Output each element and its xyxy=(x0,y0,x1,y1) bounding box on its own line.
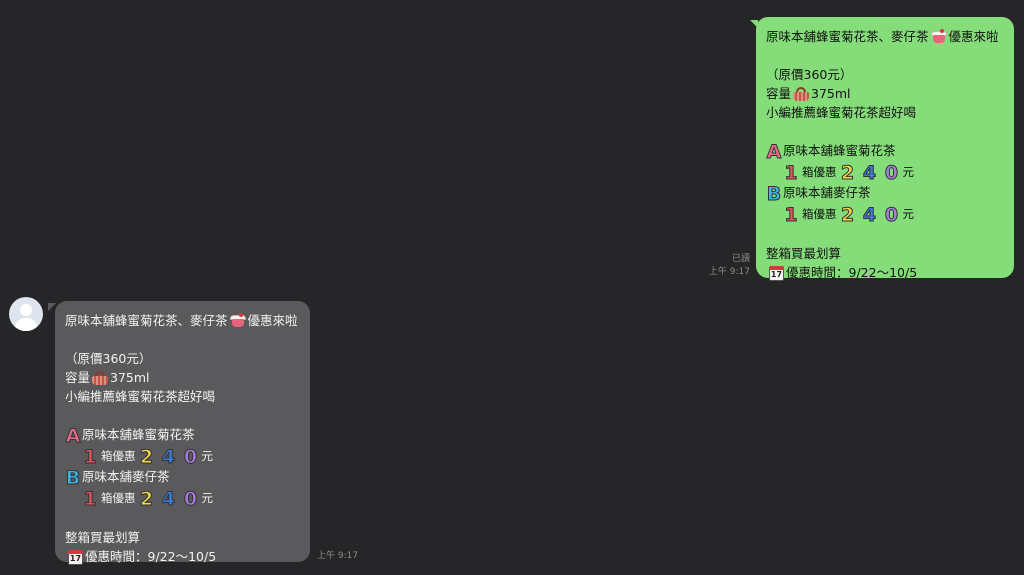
option-a-line: A 原味本舖蜂蜜菊花茶 xyxy=(766,141,1006,162)
currency-label: 元 xyxy=(902,207,915,221)
capacity-label: 容量 xyxy=(766,86,792,101)
currency-label: 元 xyxy=(201,491,214,505)
unit-label: 箱優惠 xyxy=(802,207,837,221)
calendar-icon: 17 xyxy=(66,549,84,565)
price-digit: 2 xyxy=(139,487,154,510)
capacity-line: 容量 375ml xyxy=(766,84,1006,103)
letter-a-icon: A xyxy=(766,140,782,163)
option-b-name: 原味本舖麥仔茶 xyxy=(82,469,170,484)
price-digit: 4 xyxy=(862,161,877,184)
currency-label: 元 xyxy=(201,449,214,463)
currency-label: 元 xyxy=(902,165,915,179)
capacity-line: 容量 375ml xyxy=(65,368,302,387)
incoming-message-bubble[interactable]: 原味本舖蜂蜜菊花茶、麥仔茶 優惠來啦 （原價360元） 容量 375ml 小編推薦蜂… xyxy=(55,301,310,565)
headline-text: 原味本舖蜂蜜菊花茶、麥仔茶 xyxy=(766,29,929,44)
letter-b-icon: B xyxy=(65,466,81,489)
qty-digit: 1 xyxy=(83,487,97,510)
capacity-value: 375ml xyxy=(811,86,851,101)
unit-label: 箱優惠 xyxy=(101,449,136,463)
cake-cup-icon xyxy=(229,312,247,329)
message-time: 上午 9:17 xyxy=(708,267,750,277)
price-digit: 2 xyxy=(840,203,855,226)
price-digit: 0 xyxy=(884,203,899,226)
price-line: （原價360元） xyxy=(65,351,152,366)
message-headline: 原味本舖蜂蜜菊花茶、麥仔茶 優惠來啦 xyxy=(766,27,1006,46)
message-time: 上午 9:17 xyxy=(317,551,359,561)
letter-a-icon: A xyxy=(65,424,81,447)
qty-digit: 1 xyxy=(784,161,798,184)
price-digit: 0 xyxy=(183,445,198,468)
price-digit: 4 xyxy=(161,445,176,468)
bulk-line: 整箱買最划算 xyxy=(766,246,842,261)
avatar[interactable] xyxy=(9,297,43,331)
headline-suffix: 優惠來啦 xyxy=(247,313,298,328)
chat-area: 原味本舖蜂蜜菊花茶、麥仔茶 優惠來啦 （原價360元） 容量 375ml 小編推薦蜂… xyxy=(0,0,1024,575)
option-b-name: 原味本舖麥仔茶 xyxy=(783,185,871,200)
option-a-price-line: 1 箱優惠 2 4 0 元 xyxy=(65,446,302,467)
cake-cup-icon xyxy=(930,28,948,45)
period-text: 優惠時間：9/22～10/5 xyxy=(786,265,918,280)
outgoing-message-meta: 已讀 上午 9:17 xyxy=(700,253,750,279)
price-digit: 0 xyxy=(884,161,899,184)
avatar-head-icon xyxy=(20,304,32,316)
price-line: （原價360元） xyxy=(766,67,853,82)
message-headline: 原味本舖蜂蜜菊花茶、麥仔茶 優惠來啦 xyxy=(65,311,302,330)
capacity-value: 375ml xyxy=(110,370,150,385)
recommend-line: 小編推薦蜂蜜菊花茶超好喝 xyxy=(766,105,917,120)
qty-digit: 1 xyxy=(83,445,97,468)
price-digit: 4 xyxy=(862,203,877,226)
period-line: 17 優惠時間：9/22～10/5 xyxy=(766,263,1006,282)
headline-text: 原味本舖蜂蜜菊花茶、麥仔茶 xyxy=(65,313,228,328)
qty-digit: 1 xyxy=(784,203,798,226)
calendar-icon: 17 xyxy=(767,265,785,281)
price-digit: 2 xyxy=(840,161,855,184)
unit-label: 箱優惠 xyxy=(802,165,837,179)
price-digit: 2 xyxy=(139,445,154,468)
period-text: 優惠時間：9/22～10/5 xyxy=(85,549,217,564)
basket-icon xyxy=(91,370,109,386)
option-a-price-line: 1 箱優惠 2 4 0 元 xyxy=(766,162,1006,183)
option-b-line: B 原味本舖麥仔茶 xyxy=(766,183,1006,204)
recommend-line: 小編推薦蜂蜜菊花茶超好喝 xyxy=(65,389,216,404)
option-a-name: 原味本舖蜂蜜菊花茶 xyxy=(82,427,195,442)
period-line: 17 優惠時間：9/22～10/5 xyxy=(65,547,302,566)
option-b-line: B 原味本舖麥仔茶 xyxy=(65,467,302,488)
outgoing-message-bubble[interactable]: 原味本舖蜂蜜菊花茶、麥仔茶 優惠來啦 （原價360元） 容量 375ml 小編推薦蜂… xyxy=(756,17,1014,281)
price-digit: 0 xyxy=(183,487,198,510)
option-b-price-line: 1 箱優惠 2 4 0 元 xyxy=(766,204,1006,225)
capacity-label: 容量 xyxy=(65,370,91,385)
unit-label: 箱優惠 xyxy=(101,491,136,505)
basket-icon xyxy=(792,86,810,102)
avatar-shoulders-icon xyxy=(14,318,38,331)
bulk-line: 整箱買最划算 xyxy=(65,530,141,545)
price-digit: 4 xyxy=(161,487,176,510)
headline-suffix: 優惠來啦 xyxy=(948,29,999,44)
option-a-name: 原味本舖蜂蜜菊花茶 xyxy=(783,143,896,158)
option-b-price-line: 1 箱優惠 2 4 0 元 xyxy=(65,488,302,509)
option-a-line: A 原味本舖蜂蜜菊花茶 xyxy=(65,425,302,446)
read-status: 已讀 xyxy=(731,254,750,264)
letter-b-icon: B xyxy=(766,182,782,205)
